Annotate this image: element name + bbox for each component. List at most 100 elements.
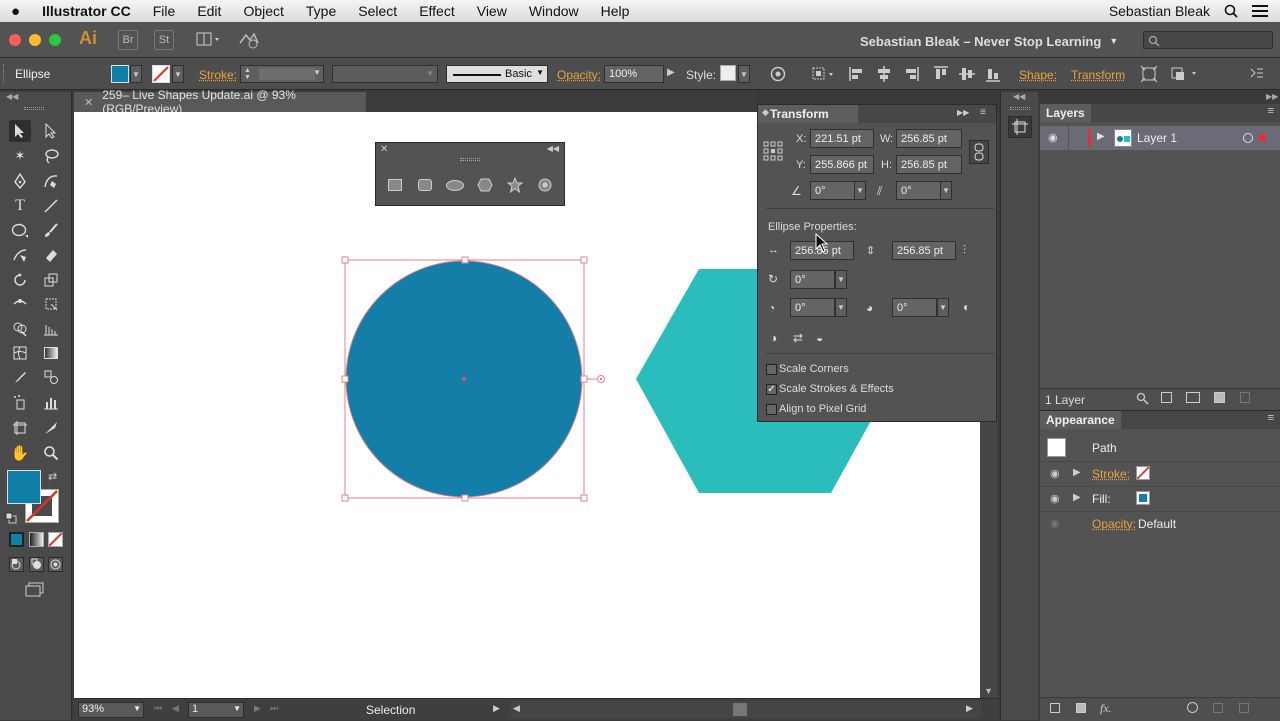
fill-dropdown-icon[interactable]: ▼ (130, 65, 142, 83)
shape-builder-tool-icon[interactable] (9, 318, 31, 340)
ellipse-angle-dropdown-icon[interactable]: ▼ (835, 270, 847, 289)
apple-menu-icon[interactable]: ● (0, 3, 31, 20)
create-new-layer-icon[interactable] (1214, 392, 1225, 403)
perspective-grid-tool-icon[interactable] (40, 318, 62, 340)
transform-panel-title[interactable]: Transform (770, 107, 829, 121)
invert-pie-icon[interactable]: ◑ (770, 331, 777, 345)
horizontal-scrollbar[interactable]: ◀ ▶ (511, 701, 981, 718)
pie-constrain-icon[interactable]: ◐ (963, 300, 970, 314)
expand-arrow-icon[interactable]: ▶ (1073, 492, 1081, 503)
align-vertical-center-icon[interactable] (958, 65, 976, 86)
symbol-sprayer-tool-icon[interactable] (9, 391, 31, 413)
draw-inside-icon[interactable] (48, 557, 63, 572)
ellipse-height-input[interactable]: 256.85 pt (892, 241, 956, 260)
collapse-tools-icon[interactable]: ◀◀ (6, 92, 18, 101)
workspace-switcher[interactable]: Sebastian Bleak – Never Stop Learning ▼ (860, 30, 1130, 52)
curvature-tool-icon[interactable] (40, 170, 62, 192)
opacity-attribute-label[interactable]: Opacity: (1092, 517, 1136, 531)
panel-menu-icon[interactable]: ≡ (1268, 412, 1274, 424)
height-input[interactable]: 256.85 pt (896, 155, 962, 174)
next-artboard-icon[interactable]: ▶ (254, 703, 261, 714)
column-graph-tool-icon[interactable] (40, 391, 62, 413)
previous-artboard-icon[interactable]: ◀ (172, 703, 179, 714)
menu-edit[interactable]: Edit (186, 3, 232, 19)
menu-select[interactable]: Select (347, 3, 408, 19)
opacity-input[interactable]: 100% (604, 65, 664, 83)
lasso-tool-icon[interactable] (40, 145, 62, 167)
blend-tool-icon[interactable] (40, 366, 62, 388)
pie-start-dropdown-icon[interactable]: ▼ (835, 298, 847, 317)
fill-color-box[interactable] (7, 470, 41, 504)
scroll-right-arrow-icon[interactable]: ▶ (966, 703, 973, 714)
document-tab[interactable]: ✕ 259– Live Shapes Update.ai @ 93% (RGB/… (74, 92, 366, 112)
pie-end-angle-input[interactable]: 0° (892, 298, 937, 317)
visibility-eye-icon[interactable]: ◉ (1050, 492, 1060, 505)
pen-tool-icon[interactable] (9, 170, 31, 192)
flare-tool-icon[interactable] (537, 177, 553, 196)
polygon-tool-icon[interactable] (477, 178, 493, 195)
scale-tool-icon[interactable] (40, 269, 62, 291)
appearance-opacity-row[interactable]: ◉ Opacity: Default (1040, 511, 1280, 535)
ellipse-tool-icon[interactable] (9, 219, 31, 241)
delete-layer-icon[interactable] (1240, 392, 1250, 403)
type-tool-icon[interactable]: T (9, 195, 31, 217)
rectangle-tool-icon[interactable] (388, 179, 402, 191)
align-top-icon[interactable] (932, 65, 950, 86)
panel-grip[interactable] (460, 158, 480, 161)
first-artboard-icon[interactable]: ⏮ (154, 703, 162, 714)
pie-end-dropdown-icon[interactable]: ▼ (937, 298, 949, 317)
width-tool-icon[interactable] (9, 293, 31, 315)
x-position-input[interactable]: 221.51 pt (810, 129, 874, 148)
isolate-group-icon[interactable] (1140, 65, 1158, 86)
current-tool-status[interactable]: Selection (366, 703, 415, 717)
mesh-tool-icon[interactable] (9, 342, 31, 364)
panel-menu-icon[interactable]: ≡ (1268, 105, 1274, 117)
variable-width-profile-dropdown[interactable]: ▼ (332, 65, 438, 83)
width-input[interactable]: 256.85 pt (896, 129, 962, 148)
align-bottom-icon[interactable] (984, 65, 1002, 86)
zoom-tool-icon[interactable] (40, 442, 62, 464)
stroke-weight-label[interactable]: Stroke: (199, 68, 237, 82)
change-screen-mode-icon[interactable] (24, 582, 46, 598)
shear-input[interactable]: 0° (896, 181, 941, 200)
menu-view[interactable]: View (466, 3, 518, 19)
duplicate-item-icon[interactable] (1213, 703, 1223, 713)
stroke-weight-stepper[interactable]: ▲ ▼ ▼ (240, 65, 324, 83)
star-tool-icon[interactable] (507, 177, 523, 196)
expand-arrow-icon[interactable]: ▶ (1073, 467, 1081, 478)
add-new-fill-icon[interactable] (1076, 703, 1086, 713)
align-left-icon[interactable] (848, 65, 866, 86)
reset-pie-icon[interactable]: ◒ (816, 331, 823, 345)
bridge-button[interactable]: Br (118, 30, 138, 50)
search-adobe-stock-input[interactable] (1143, 31, 1273, 49)
app-name-menu[interactable]: Illustrator CC (31, 3, 142, 19)
layer-row[interactable]: ◉ ▶ Layer 1 (1040, 126, 1280, 150)
artboard-tool-icon[interactable] (9, 417, 31, 439)
create-sublayer-icon[interactable] (1186, 392, 1200, 403)
constrain-proportions-link-icon[interactable] (969, 140, 989, 164)
gpu-performance-icon[interactable] (238, 31, 260, 49)
transform-panel-header[interactable]: ◆ Transform ▶▶ ≡ (758, 105, 996, 123)
add-new-stroke-icon[interactable] (1050, 703, 1060, 713)
expand-arrow-icon[interactable]: ▶ (1097, 131, 1105, 142)
magic-wand-tool-icon[interactable]: ✶ (9, 145, 31, 167)
fill-attribute-label[interactable]: Fill: (1092, 492, 1111, 506)
gradient-tool-icon[interactable] (40, 342, 62, 364)
panel-expand-icon[interactable]: ▶▶ (1266, 92, 1278, 101)
transform-panel-link[interactable]: Transform (1071, 68, 1125, 82)
close-window-button[interactable] (9, 34, 21, 46)
layers-tab[interactable]: Layers (1040, 104, 1091, 122)
dock-collapse-icon[interactable]: ◀◀ (1013, 92, 1025, 101)
pie-start-angle-input[interactable]: 0° (790, 298, 835, 317)
rotate-dropdown-icon[interactable]: ▼ (854, 181, 866, 200)
appearance-tab[interactable]: Appearance (1040, 411, 1121, 429)
artboards-panel-icon[interactable] (1008, 116, 1032, 138)
visibility-eye-icon[interactable]: ◉ (1050, 467, 1060, 480)
spotlight-search-icon[interactable] (1224, 4, 1238, 18)
graphic-style-swatch[interactable] (720, 65, 736, 81)
make-clipping-mask-icon[interactable] (1161, 392, 1172, 403)
rotate-tool-icon[interactable] (9, 269, 31, 291)
y-position-input[interactable]: 255.866 pt (810, 155, 874, 174)
user-name[interactable]: Sebastian Bleak (1109, 3, 1210, 19)
gradient-mode-button[interactable] (29, 532, 44, 547)
